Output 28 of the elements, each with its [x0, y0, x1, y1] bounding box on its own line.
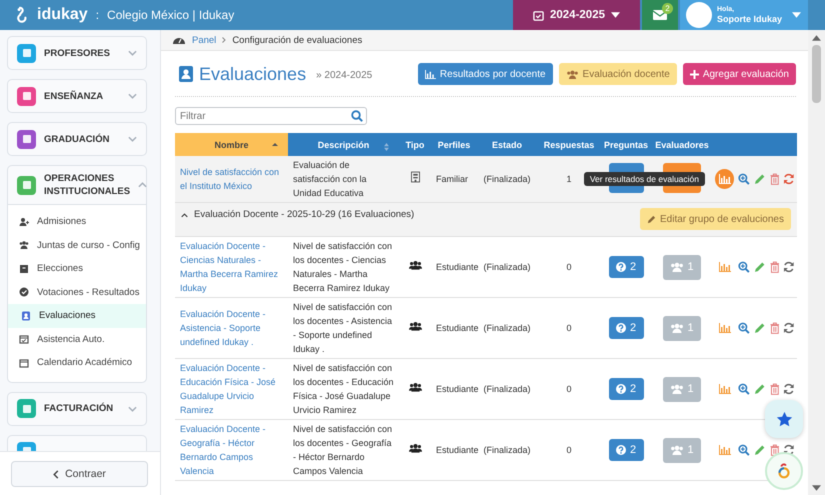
description-cell-text: Nivel de satisfacción con los docentes - Educación Física - José Guadalupe Urvicio Ramirez [293, 362, 395, 417]
description-cell-text: Nivel de satisfacción con los docentes - Asistencia - Soporte undefined Idukay . [293, 301, 394, 356]
separator: : [96, 8, 100, 22]
description-cell-text: Nivel de satisfacción con los docentes - Ciencias Naturales - Martha Becerra Ramirez Idukay [293, 240, 394, 295]
status-cell: (Finalizada) [483, 384, 531, 394]
profile-cell: Estudiante [436, 384, 479, 394]
status-cell: (Finalizada) [483, 262, 531, 272]
profile-cell: Estudiante [436, 262, 479, 272]
message-count-badge: 2 [662, 3, 673, 14]
profile-cell: Familiar [436, 174, 468, 184]
status-cell: (Finalizada) [483, 445, 531, 455]
user-name: Soporte Idukay [717, 14, 782, 24]
description-cell-text: Evaluación de satisfacción con la Unidad Educativa [293, 159, 368, 200]
profile-cell: Estudiante [436, 323, 479, 333]
status-cell: (Finalizada) [483, 174, 531, 184]
responses-cell: 0 [566, 262, 572, 272]
profile-cell: Estudiante [436, 445, 479, 455]
responses-cell: 0 [566, 384, 572, 394]
responses-cell: 1 [566, 174, 572, 184]
tooltip: Ver resultados de evaluación [584, 172, 705, 186]
responses-cell: 0 [566, 445, 572, 455]
description-cell-text: Nivel de satisfacción con los docentes - Geografía - Héctor Bernardo Campos Valencia [293, 423, 394, 478]
breadcrumb-current: Configuración de evaluaciones [232, 34, 362, 46]
page-subtitle: » 2024-2025 [316, 70, 372, 81]
responses-cell: 0 [566, 323, 572, 333]
page-title: Evaluaciones [199, 64, 306, 84]
status-cell: (Finalizada) [483, 323, 531, 333]
school-name: Colegio México | Idukay [107, 8, 234, 22]
